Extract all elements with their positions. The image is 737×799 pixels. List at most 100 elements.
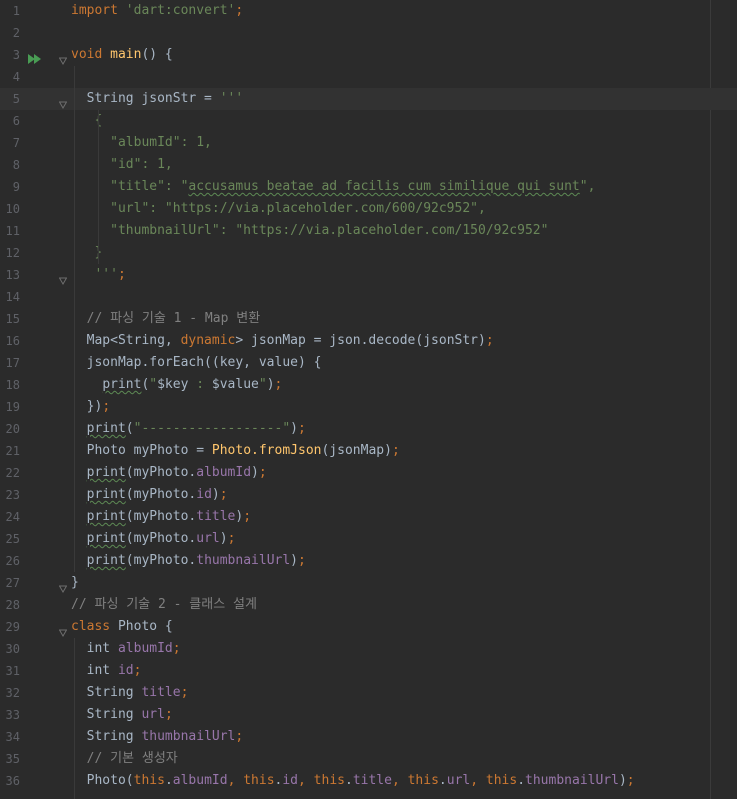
code-line[interactable]: 33 String url;: [0, 704, 737, 726]
code-text[interactable]: Photo myPhoto = Photo.fromJson(jsonMap);: [71, 440, 400, 462]
code-text[interactable]: print("$key : $value");: [71, 374, 282, 396]
code-line[interactable]: 14: [0, 286, 737, 308]
line-number[interactable]: 19: [0, 396, 20, 418]
fold-icon[interactable]: [58, 271, 68, 285]
code-editor[interactable]: 1 import 'dart:convert'; 2 3 void main() { 4 5…: [0, 0, 737, 799]
code-text[interactable]: int id;: [71, 660, 142, 682]
code-line[interactable]: 4: [0, 66, 737, 88]
line-number[interactable]: 20: [0, 418, 20, 440]
code-line[interactable]: 13 ''';: [0, 264, 737, 286]
code-line[interactable]: 16 Map<String, dynamic> jsonMap = json.d…: [0, 330, 737, 352]
code-text[interactable]: String thumbnailUrl;: [71, 726, 244, 748]
code-text[interactable]: print(myPhoto.albumId);: [71, 462, 267, 484]
line-number[interactable]: 11: [0, 220, 20, 242]
code-text[interactable]: // 파싱 기술 2 - 클래스 설계: [71, 594, 257, 616]
line-number[interactable]: 3: [0, 44, 20, 66]
run-icon[interactable]: [28, 50, 42, 64]
code-line[interactable]: 8 "id": 1,: [0, 154, 737, 176]
line-number[interactable]: 13: [0, 264, 20, 286]
code-text[interactable]: "thumbnailUrl": "https://via.placeholder…: [71, 220, 548, 242]
code-text[interactable]: print(myPhoto.thumbnailUrl);: [71, 550, 306, 572]
line-number[interactable]: 17: [0, 352, 20, 374]
code-text[interactable]: "id": 1,: [71, 154, 173, 176]
code-line[interactable]: 22 print(myPhoto.albumId);: [0, 462, 737, 484]
line-number[interactable]: 7: [0, 132, 20, 154]
code-text[interactable]: print(myPhoto.id);: [71, 484, 228, 506]
code-text[interactable]: "albumId": 1,: [71, 132, 212, 154]
code-text[interactable]: String url;: [71, 704, 173, 726]
code-line[interactable]: 21 Photo myPhoto = Photo.fromJson(jsonMa…: [0, 440, 737, 462]
line-number[interactable]: 12: [0, 242, 20, 264]
code-line[interactable]: 32 String title;: [0, 682, 737, 704]
line-number[interactable]: 26: [0, 550, 20, 572]
code-line[interactable]: 28 // 파싱 기술 2 - 클래스 설계: [0, 594, 737, 616]
line-number[interactable]: 21: [0, 440, 20, 462]
line-number[interactable]: 33: [0, 704, 20, 726]
code-text[interactable]: jsonMap.forEach((key, value) {: [71, 352, 322, 374]
line-number[interactable]: 10: [0, 198, 20, 220]
code-line[interactable]: 23 print(myPhoto.id);: [0, 484, 737, 506]
code-text[interactable]: String title;: [71, 682, 189, 704]
fold-icon[interactable]: [58, 95, 68, 109]
code-text[interactable]: "url": "https://via.placeholder.com/600/…: [71, 198, 486, 220]
code-line[interactable]: 29 class Photo {: [0, 616, 737, 638]
code-text[interactable]: ''';: [71, 264, 125, 286]
code-line[interactable]: 20 print("------------------");: [0, 418, 737, 440]
line-number[interactable]: 16: [0, 330, 20, 352]
line-number[interactable]: 4: [0, 66, 20, 88]
code-line[interactable]: 31 int id;: [0, 660, 737, 682]
fold-icon[interactable]: [58, 51, 68, 65]
line-number[interactable]: 5: [0, 88, 20, 110]
line-number[interactable]: 14: [0, 286, 20, 308]
line-number[interactable]: 8: [0, 154, 20, 176]
code-line[interactable]: 1 import 'dart:convert';: [0, 0, 737, 22]
code-line[interactable]: 3 void main() {: [0, 44, 737, 66]
code-line[interactable]: 24 print(myPhoto.title);: [0, 506, 737, 528]
code-line[interactable]: 25 print(myPhoto.url);: [0, 528, 737, 550]
code-text[interactable]: print(myPhoto.title);: [71, 506, 251, 528]
line-number[interactable]: 6: [0, 110, 20, 132]
code-line[interactable]: 7 "albumId": 1,: [0, 132, 737, 154]
code-line[interactable]: 11 "thumbnailUrl": "https://via.placehol…: [0, 220, 737, 242]
line-number[interactable]: 9: [0, 176, 20, 198]
code-line[interactable]: 15 // 파싱 기술 1 - Map 변환: [0, 308, 737, 330]
code-text[interactable]: }: [71, 572, 79, 594]
code-line[interactable]: 27}: [0, 572, 737, 594]
code-text[interactable]: print("------------------");: [71, 418, 306, 440]
code-line[interactable]: 10 "url": "https://via.placeholder.com/6…: [0, 198, 737, 220]
line-number[interactable]: 32: [0, 682, 20, 704]
code-text[interactable]: });: [71, 396, 111, 418]
line-number[interactable]: 22: [0, 462, 20, 484]
line-number[interactable]: 1: [0, 0, 20, 22]
code-text[interactable]: void main() {: [71, 44, 173, 66]
code-line[interactable]: 34 String thumbnailUrl;: [0, 726, 737, 748]
fold-icon[interactable]: [58, 579, 68, 593]
line-number[interactable]: 27: [0, 572, 20, 594]
code-text[interactable]: import 'dart:convert';: [71, 0, 243, 22]
code-line[interactable]: 35 // 기본 생성자: [0, 748, 737, 770]
code-text[interactable]: int albumId;: [71, 638, 181, 660]
code-line[interactable]: 30 int albumId;: [0, 638, 737, 660]
code-text[interactable]: "title": "accusamus beatae ad facilis cu…: [71, 176, 595, 198]
line-number[interactable]: 25: [0, 528, 20, 550]
code-line[interactable]: 26 print(myPhoto.thumbnailUrl);: [0, 550, 737, 572]
code-text[interactable]: Photo(this.albumId, this.id, this.title,…: [71, 770, 635, 792]
code-line[interactable]: 2: [0, 22, 737, 44]
code-text[interactable]: String jsonStr = ''': [71, 88, 244, 110]
code-line[interactable]: 19 });: [0, 396, 737, 418]
line-number[interactable]: 31: [0, 660, 20, 682]
code-line[interactable]: 5 String jsonStr = ''': [0, 88, 737, 110]
code-text[interactable]: Map<String, dynamic> jsonMap = json.deco…: [71, 330, 494, 352]
line-number[interactable]: 34: [0, 726, 20, 748]
line-number[interactable]: 18: [0, 374, 20, 396]
code-line[interactable]: 18 print("$key : $value");: [0, 374, 737, 396]
code-line[interactable]: 36 Photo(this.albumId, this.id, this.tit…: [0, 770, 737, 792]
code-line[interactable]: 17 jsonMap.forEach((key, value) {: [0, 352, 737, 374]
code-line[interactable]: 9 "title": "accusamus beatae ad facilis …: [0, 176, 737, 198]
line-number[interactable]: 24: [0, 506, 20, 528]
line-number[interactable]: 2: [0, 22, 20, 44]
line-number[interactable]: 35: [0, 748, 20, 770]
fold-icon[interactable]: [58, 623, 68, 637]
line-number[interactable]: 36: [0, 770, 20, 792]
code-text[interactable]: // 기본 생성자: [71, 748, 178, 770]
